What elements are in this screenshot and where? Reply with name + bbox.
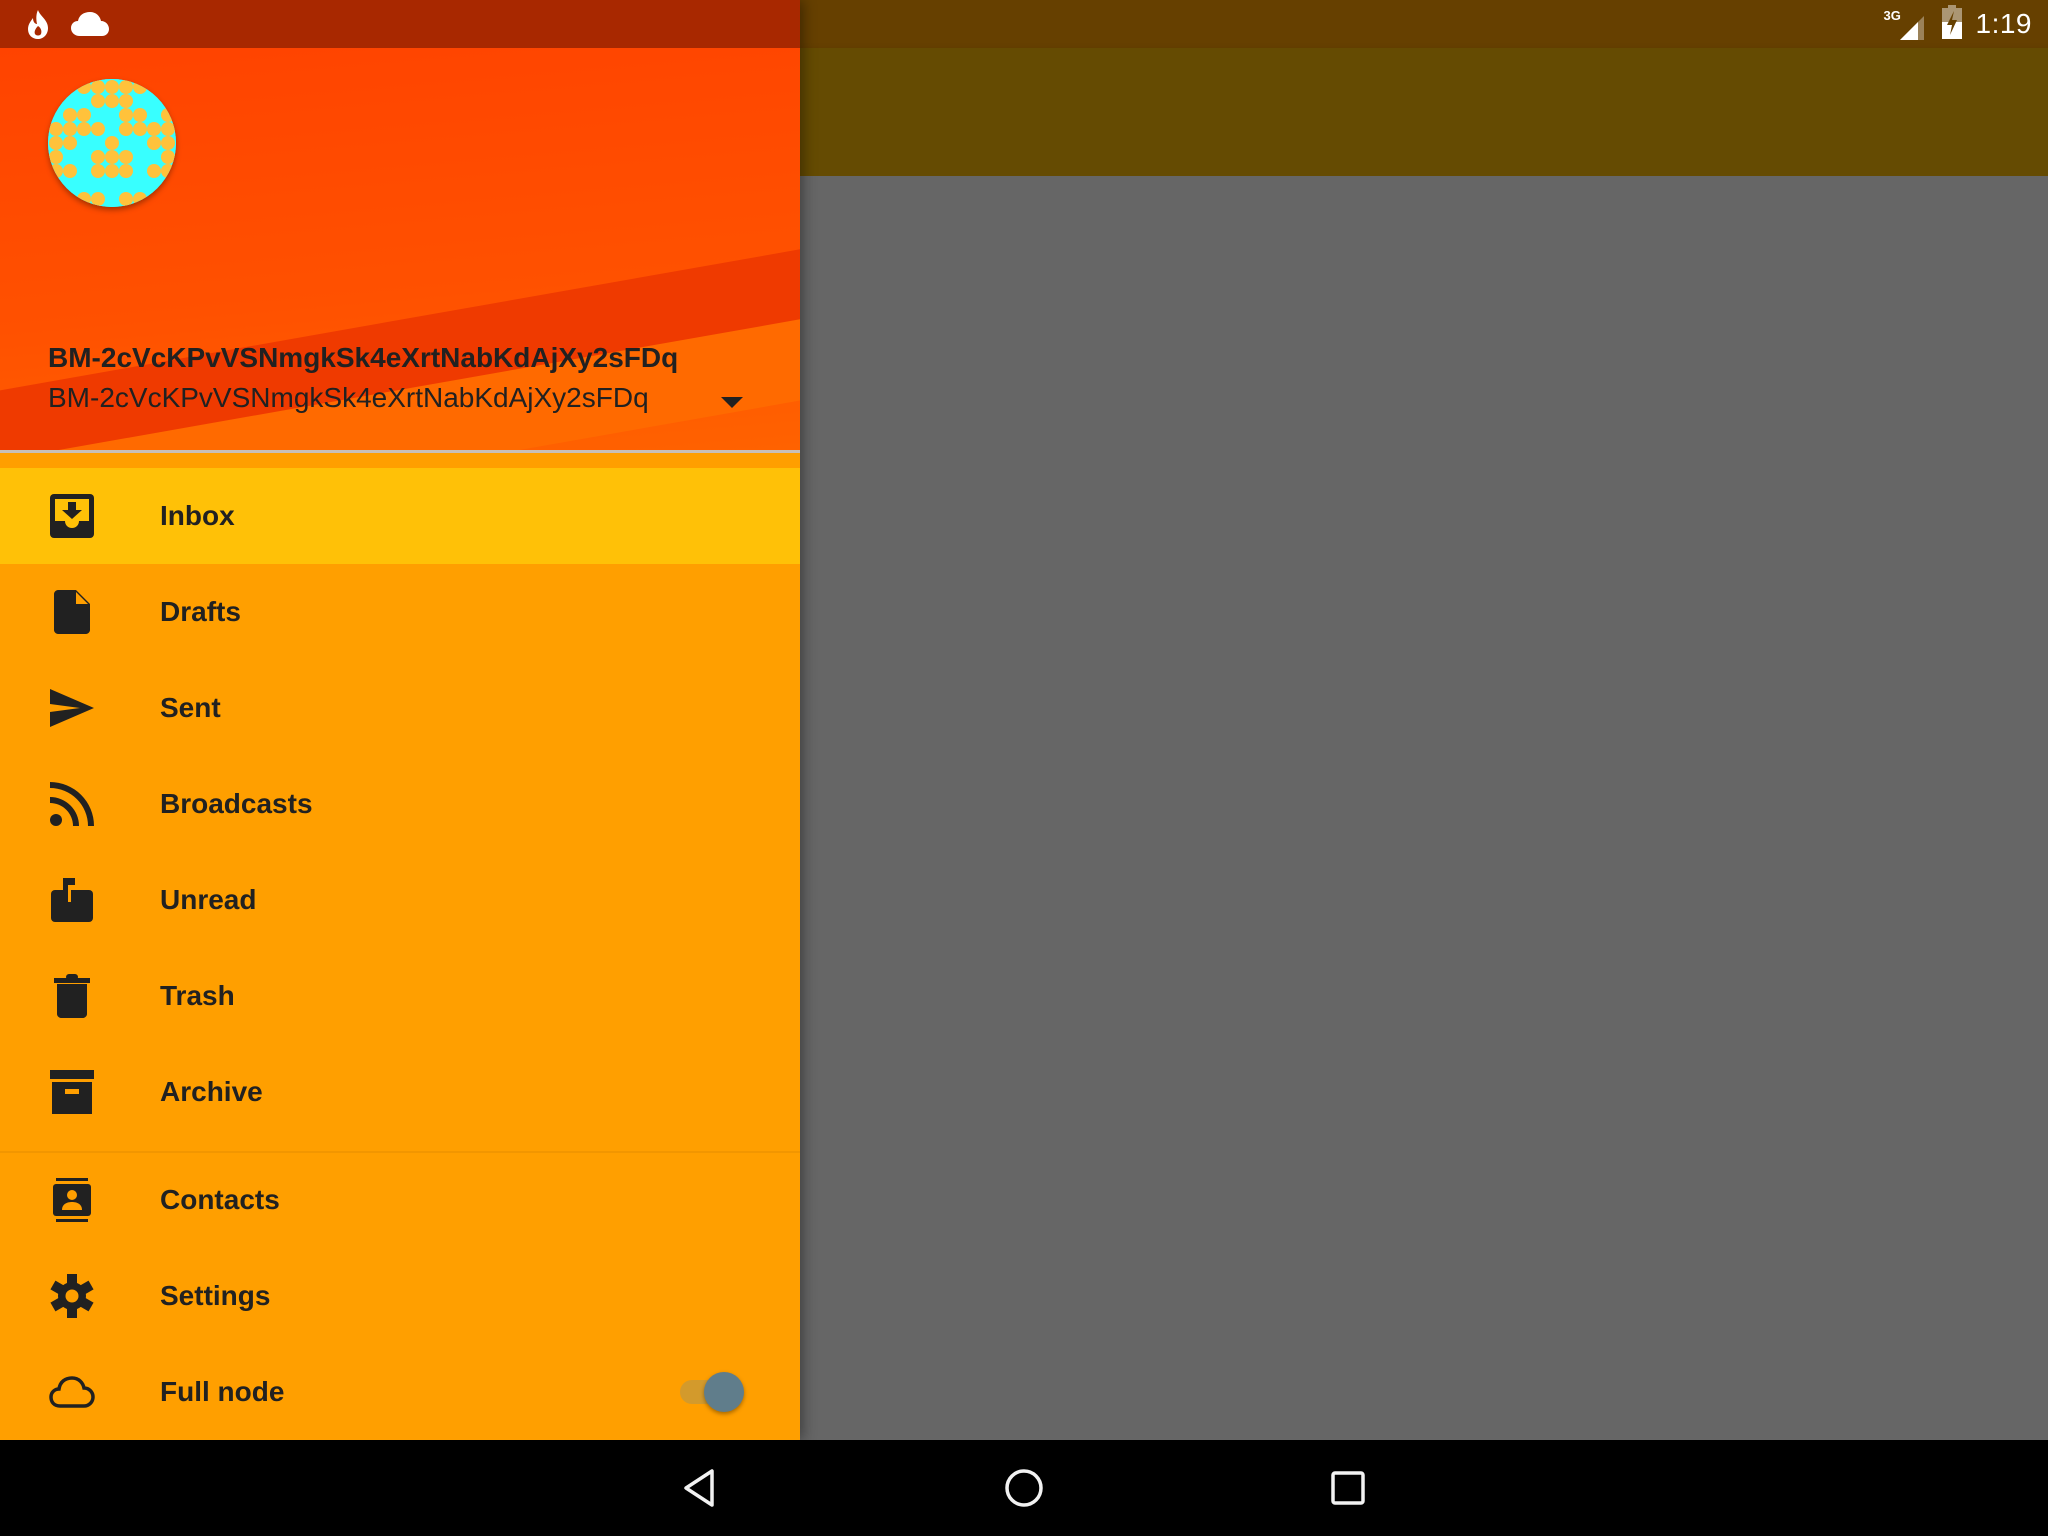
back-button[interactable] <box>672 1460 728 1516</box>
avatar-dot <box>119 150 133 164</box>
menu-item-inbox[interactable]: Inbox <box>0 468 800 564</box>
avatar-dot <box>119 94 133 108</box>
arrow-drop-down-icon <box>721 396 743 408</box>
menu-item-unread[interactable]: Unread <box>0 852 800 948</box>
menu-item-archive[interactable]: Archive <box>0 1044 800 1140</box>
mailbox-icon <box>48 876 96 924</box>
avatar-dot <box>161 136 175 150</box>
menu-item-broadcasts[interactable]: Broadcasts <box>0 756 800 852</box>
avatar-dot <box>105 150 119 164</box>
menu-item-label: Full node <box>160 1376 285 1407</box>
avatar-dot <box>147 164 161 178</box>
status-bar-right: 3G 1:19 <box>1884 0 2033 48</box>
home-button[interactable] <box>996 1460 1052 1516</box>
menu-item-label: Drafts <box>160 596 241 627</box>
drawer-header[interactable]: BM-2cVcKPvVSNmgkSk4eXrtNabKdAjXy2sFDq BM… <box>0 48 800 450</box>
avatar-dot <box>63 136 77 150</box>
menu-item-label: Archive <box>160 1076 263 1107</box>
menu-item-settings[interactable]: Settings <box>0 1248 800 1344</box>
gear-icon <box>48 1272 96 1320</box>
signal-3g-icon: 3G <box>1884 6 1928 42</box>
rss-icon <box>48 780 96 828</box>
drawer-status-bar <box>0 0 800 48</box>
cloud-icon <box>70 10 110 43</box>
draft-file-icon <box>48 588 96 636</box>
trash-icon <box>48 972 96 1020</box>
avatar-dot <box>161 150 175 164</box>
archive-icon <box>48 1068 96 1116</box>
avatar-dot <box>147 136 161 150</box>
menu-item-sent[interactable]: Sent <box>0 660 800 756</box>
avatar-dot <box>105 136 119 150</box>
menu-item-trash[interactable]: Trash <box>0 948 800 1044</box>
avatar-dot <box>77 192 91 206</box>
menu-item-label: Sent <box>160 692 221 723</box>
menu-item-label: Settings <box>160 1280 271 1311</box>
avatar-dot <box>119 122 133 136</box>
menu-item-drafts[interactable]: Drafts <box>0 564 800 660</box>
back-triangle-icon <box>684 1469 714 1507</box>
contacts-icon <box>48 1176 96 1224</box>
avatar-dot <box>105 164 119 178</box>
avatar-dot <box>147 122 161 136</box>
avatar-dot <box>91 122 105 136</box>
navigation-drawer: BM-2cVcKPvVSNmgkSk4eXrtNabKdAjXy2sFDq BM… <box>0 0 800 1440</box>
avatar-dot <box>133 122 147 136</box>
avatar-dot <box>77 80 91 94</box>
avatar[interactable] <box>48 79 176 207</box>
avatar-dot <box>91 94 105 108</box>
recents-button[interactable] <box>1320 1460 1376 1516</box>
identity-name: BM-2cVcKPvVSNmgkSk4eXrtNabKdAjXy2sFDq <box>48 342 679 373</box>
avatar-dot <box>77 122 91 136</box>
avatar-dot <box>91 192 105 206</box>
send-icon <box>48 684 96 732</box>
status-time: 1:19 <box>1975 8 2032 39</box>
identity-address: BM-2cVcKPvVSNmgkSk4eXrtNabKdAjXy2sFDq <box>48 382 649 413</box>
menu-item-label: Broadcasts <box>160 788 313 819</box>
avatar-dot <box>63 122 77 136</box>
menu-item-label: Unread <box>160 884 257 915</box>
cloud-outline-icon <box>48 1368 96 1416</box>
avatar-dot <box>77 108 91 122</box>
avatar-dot <box>161 122 175 136</box>
avatar-dot <box>63 108 77 122</box>
avatar-dot <box>49 150 63 164</box>
avatar-dot <box>105 94 119 108</box>
system-nav-bar <box>0 1440 2048 1536</box>
inbox-icon <box>48 492 96 540</box>
avatar-dot <box>105 80 119 94</box>
avatar-dot <box>119 80 133 94</box>
avatar-dot <box>91 80 105 94</box>
avatar-dot <box>91 150 105 164</box>
avatar-dot <box>161 108 175 122</box>
avatar-dot <box>119 108 133 122</box>
avatar-dot <box>133 80 147 94</box>
menu-item-label: Contacts <box>160 1184 280 1215</box>
avatar-dot <box>49 122 63 136</box>
battery-charging-icon <box>1941 4 1962 44</box>
avatar-dot <box>49 136 63 150</box>
header-separator <box>0 450 800 453</box>
avatar-dot <box>161 164 175 178</box>
avatar-dot <box>133 192 147 206</box>
menu-item-label: Inbox <box>160 500 235 531</box>
toggle-knob <box>704 1372 744 1412</box>
avatar-dot <box>91 164 105 178</box>
avatar-dot <box>63 164 77 178</box>
screen: 3G 1:19 BM-2cVcKPvVSNmgkSk4eXrtNabKdAjXy… <box>0 0 2048 1536</box>
recents-square-icon <box>1331 1471 1365 1505</box>
flame-icon <box>24 8 52 45</box>
account-dropdown-button[interactable] <box>712 384 752 420</box>
avatar-dot <box>119 164 133 178</box>
menu-item-label: Trash <box>160 980 235 1011</box>
avatar-dot <box>49 164 63 178</box>
full-node-toggle[interactable] <box>676 1368 748 1416</box>
primary-menu: Inbox Drafts Sent Broadcasts Unread Tras… <box>0 468 800 1140</box>
avatar-dot <box>133 108 147 122</box>
home-circle-icon <box>1005 1469 1043 1507</box>
menu-item-contacts[interactable]: Contacts <box>0 1152 800 1248</box>
avatar-dot <box>119 192 133 206</box>
